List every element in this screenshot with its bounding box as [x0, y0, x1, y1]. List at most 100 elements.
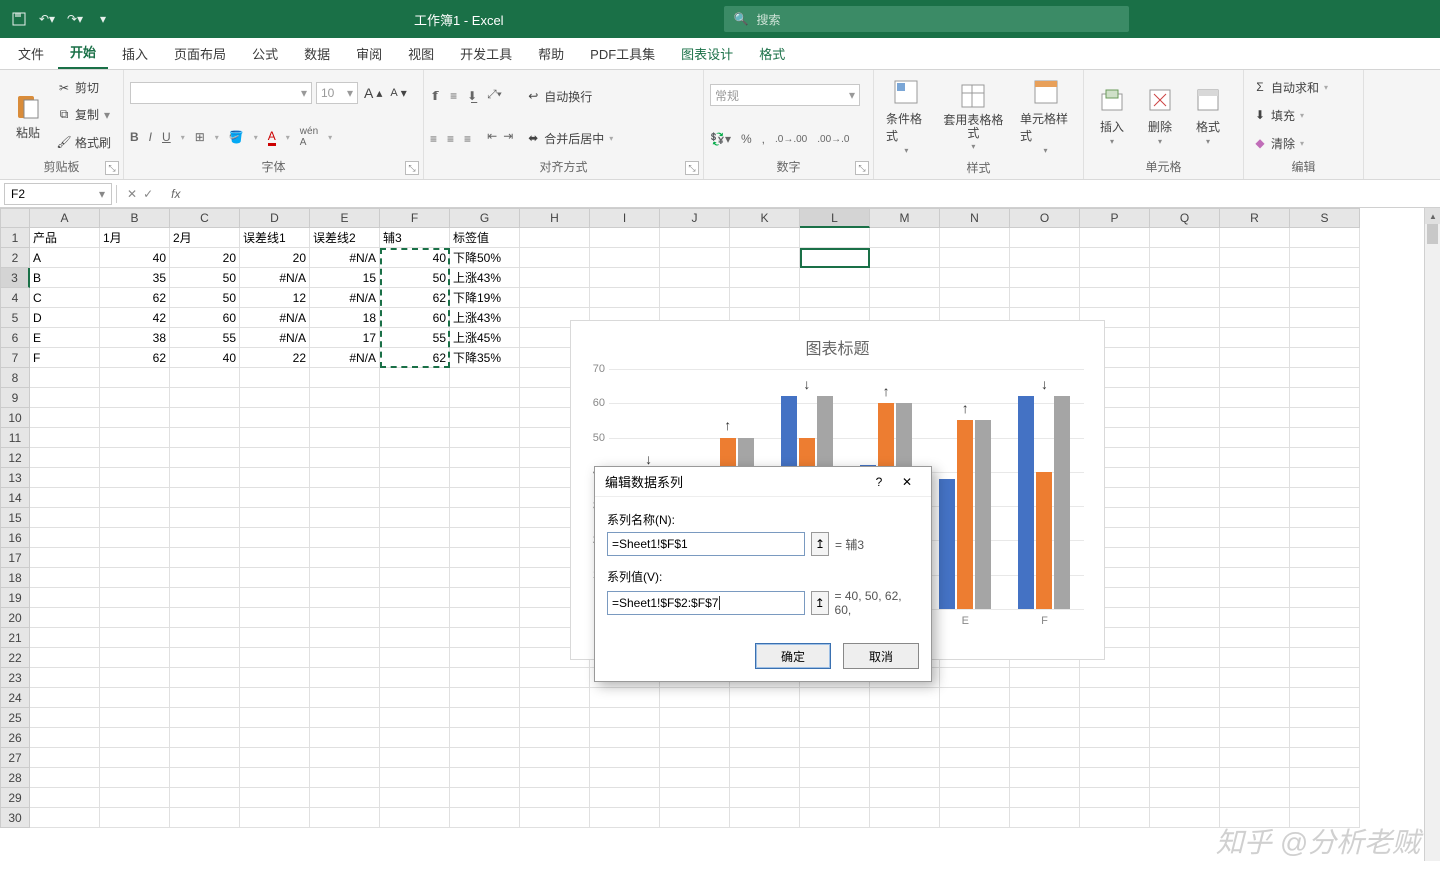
row-header[interactable]: 5 [0, 308, 30, 328]
cell[interactable] [940, 808, 1010, 828]
cell[interactable] [30, 808, 100, 828]
cell[interactable] [450, 788, 520, 808]
cell[interactable] [1150, 228, 1220, 248]
tab-视图[interactable]: 视图 [396, 38, 446, 69]
tab-帮助[interactable]: 帮助 [526, 38, 576, 69]
percent-button[interactable]: % [741, 132, 752, 146]
cell[interactable] [1220, 448, 1290, 468]
cell[interactable] [800, 228, 870, 248]
cell[interactable] [1150, 588, 1220, 608]
cell[interactable]: 22 [240, 348, 310, 368]
cell[interactable] [1080, 728, 1150, 748]
col-header-E[interactable]: E [310, 208, 380, 228]
border-button[interactable]: ⊞ [195, 130, 205, 144]
cell[interactable]: 50 [380, 268, 450, 288]
cell[interactable] [1290, 468, 1360, 488]
search-box[interactable]: 🔍 搜索 [724, 6, 1129, 32]
cell[interactable] [870, 228, 940, 248]
cell[interactable] [1290, 528, 1360, 548]
cell[interactable] [30, 688, 100, 708]
cell[interactable] [310, 368, 380, 388]
cell[interactable] [100, 748, 170, 768]
cell[interactable]: F [30, 348, 100, 368]
cell[interactable] [380, 748, 450, 768]
number-format-select[interactable]: 常规▾ [710, 84, 860, 106]
row-header[interactable]: 27 [0, 748, 30, 768]
cell[interactable] [1010, 228, 1080, 248]
cell[interactable] [730, 688, 800, 708]
cell[interactable] [450, 728, 520, 748]
cell[interactable] [520, 668, 590, 688]
cell[interactable] [730, 228, 800, 248]
cell[interactable] [380, 368, 450, 388]
cancel-formula-button[interactable]: ✕ [127, 187, 137, 201]
cell[interactable] [450, 388, 520, 408]
cell[interactable] [1290, 388, 1360, 408]
inc-decimal-button[interactable]: .0→.00 [775, 134, 807, 145]
cell[interactable] [100, 368, 170, 388]
cell[interactable] [1220, 708, 1290, 728]
paste-button[interactable]: 粘贴 [6, 74, 50, 156]
col-header-O[interactable]: O [1010, 208, 1080, 228]
cell[interactable] [800, 688, 870, 708]
align-right-button[interactable]: ≡ [464, 132, 471, 146]
cell[interactable]: 62 [380, 348, 450, 368]
cell[interactable] [730, 268, 800, 288]
cell[interactable] [870, 288, 940, 308]
tab-格式[interactable]: 格式 [747, 38, 797, 69]
cell[interactable] [940, 288, 1010, 308]
cell[interactable] [450, 408, 520, 428]
cell[interactable] [30, 708, 100, 728]
font-color-button[interactable]: A [268, 129, 276, 146]
cell[interactable]: 误差线2 [310, 228, 380, 248]
cell[interactable] [1220, 648, 1290, 668]
series-name-input[interactable]: =Sheet1!$F$1 [607, 532, 805, 556]
tab-数据[interactable]: 数据 [292, 38, 342, 69]
cell[interactable] [170, 628, 240, 648]
cell[interactable] [450, 748, 520, 768]
cell[interactable] [660, 728, 730, 748]
col-header-F[interactable]: F [380, 208, 450, 228]
cell[interactable] [520, 748, 590, 768]
col-header-P[interactable]: P [1080, 208, 1150, 228]
cell[interactable] [170, 708, 240, 728]
align-left-button[interactable]: ≡ [430, 132, 437, 146]
col-header-C[interactable]: C [170, 208, 240, 228]
col-header-M[interactable]: M [870, 208, 940, 228]
cell[interactable] [1010, 248, 1080, 268]
cell[interactable] [240, 608, 310, 628]
cell[interactable] [170, 808, 240, 828]
cell[interactable] [870, 808, 940, 828]
cell[interactable] [660, 768, 730, 788]
cell[interactable] [1150, 528, 1220, 548]
cell[interactable] [1290, 608, 1360, 628]
cell[interactable] [1010, 748, 1080, 768]
cell[interactable] [450, 568, 520, 588]
cell[interactable] [520, 288, 590, 308]
cell[interactable] [1010, 728, 1080, 748]
cell[interactable] [1290, 788, 1360, 808]
row-header[interactable]: 25 [0, 708, 30, 728]
row-header[interactable]: 21 [0, 628, 30, 648]
row-header[interactable]: 30 [0, 808, 30, 828]
cell[interactable]: 20 [170, 248, 240, 268]
cell[interactable] [1150, 448, 1220, 468]
cell[interactable] [1290, 368, 1360, 388]
row-header[interactable]: 29 [0, 788, 30, 808]
cell[interactable] [1010, 768, 1080, 788]
cell[interactable]: 55 [170, 328, 240, 348]
cell[interactable] [240, 468, 310, 488]
clipboard-launcher[interactable]: ⤡ [105, 161, 119, 175]
cell[interactable] [800, 248, 870, 268]
cell[interactable] [870, 688, 940, 708]
tab-开始[interactable]: 开始 [58, 36, 108, 69]
cell[interactable] [380, 408, 450, 428]
redo-icon[interactable]: ↷▾ [64, 8, 86, 30]
cell[interactable] [450, 468, 520, 488]
row-header[interactable]: 13 [0, 468, 30, 488]
cell[interactable]: 辅3 [380, 228, 450, 248]
row-header[interactable]: 12 [0, 448, 30, 468]
cell[interactable]: 误差线1 [240, 228, 310, 248]
cell[interactable] [1290, 408, 1360, 428]
vertical-scrollbar[interactable]: ▲ [1424, 208, 1440, 861]
